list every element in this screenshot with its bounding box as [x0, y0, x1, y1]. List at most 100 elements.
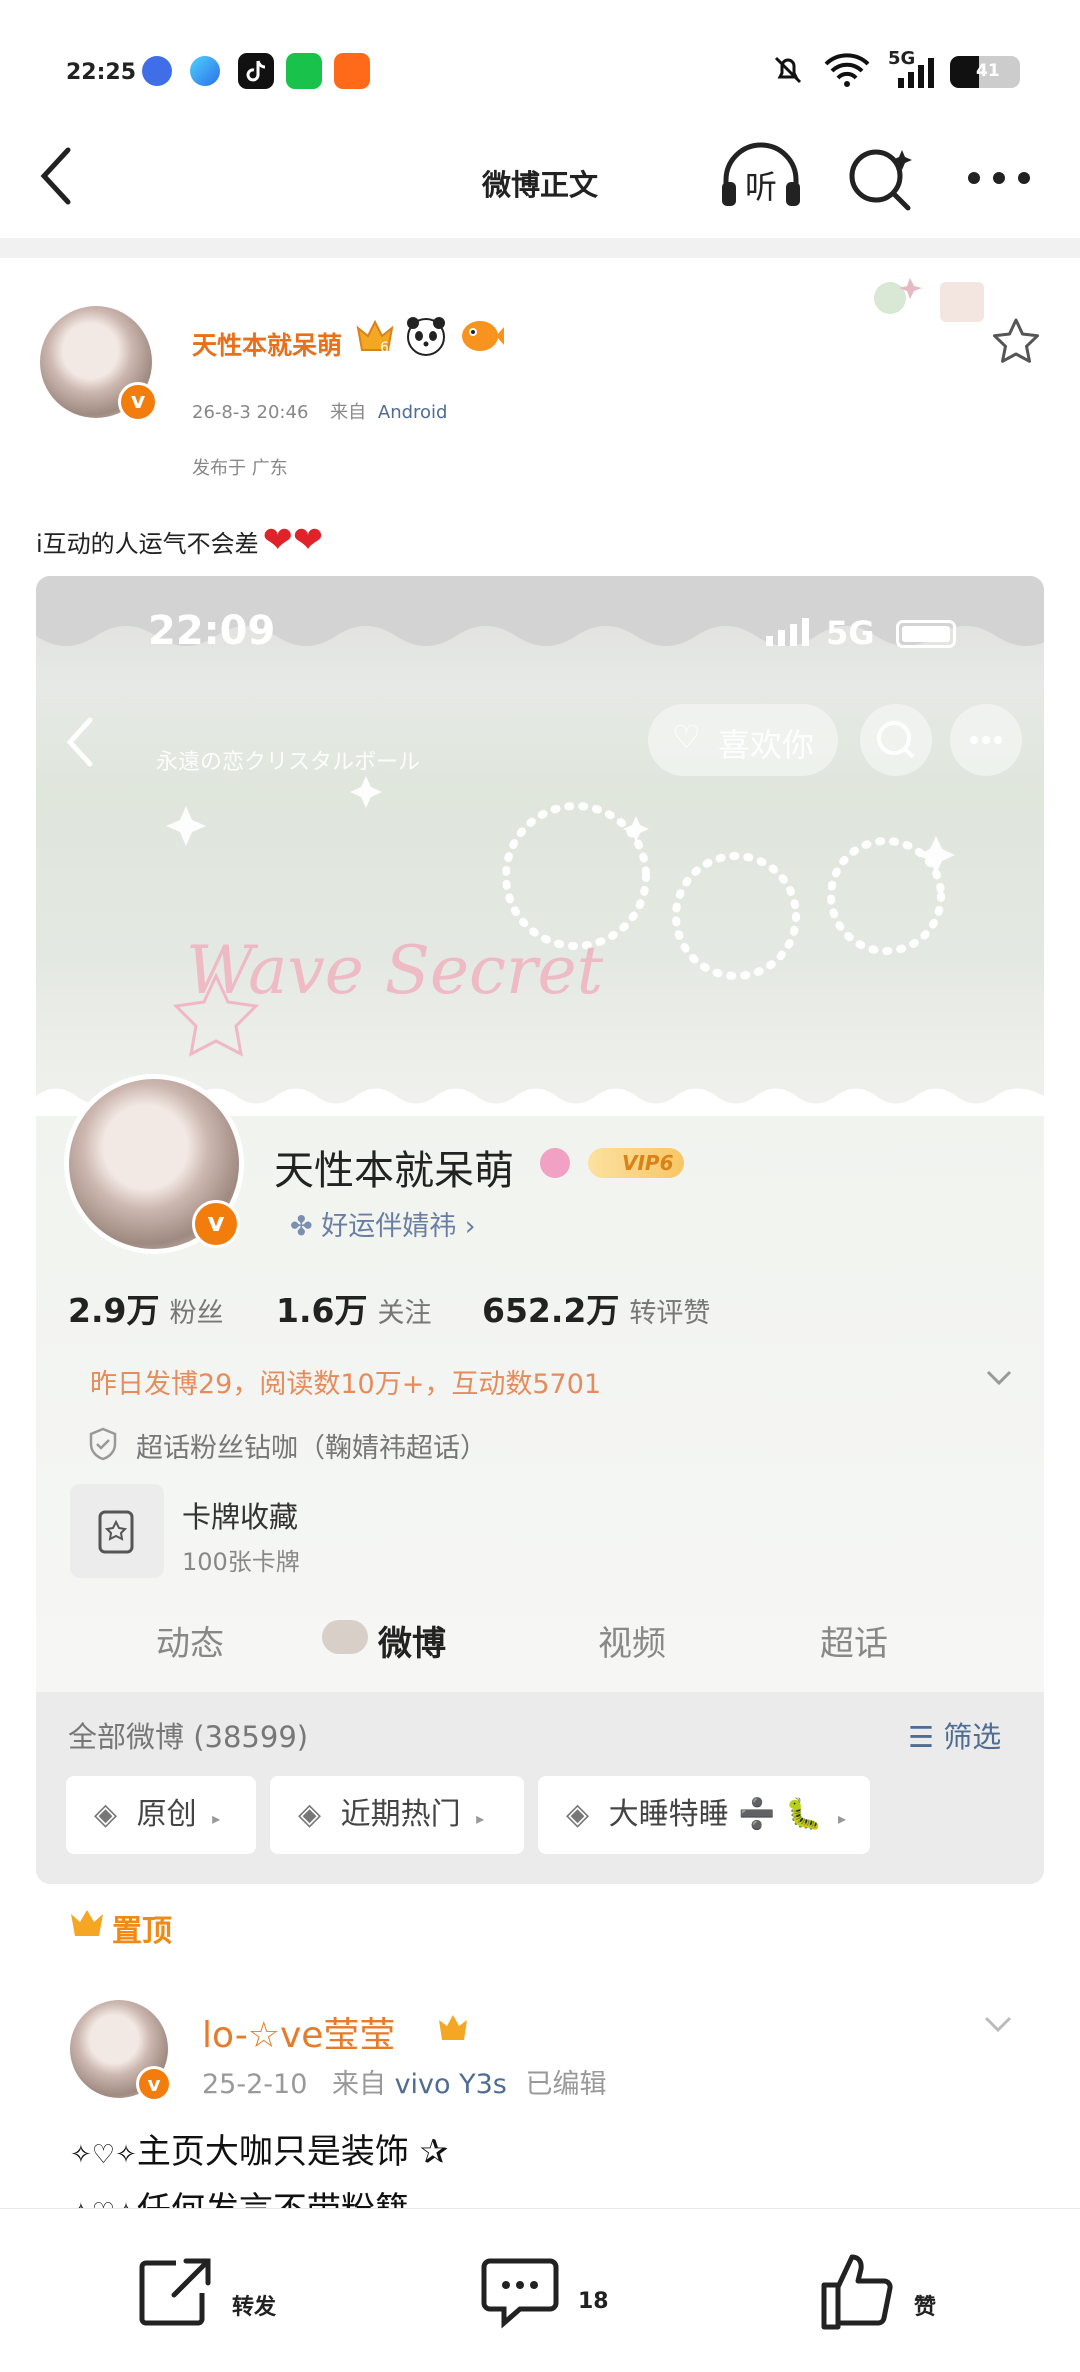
- chip-original: ◈ 原创 ▸: [66, 1776, 256, 1854]
- post-date: 26-8-3 20:46 来自 Android: [192, 398, 447, 424]
- green-app-icon: [286, 53, 322, 89]
- pin-source-prefix: 来自: [331, 2069, 386, 2100]
- listen-icon[interactable]: 听: [718, 142, 804, 212]
- tab-weibo-sticker: [322, 1620, 368, 1654]
- layers-icon: ◈: [298, 1797, 322, 1832]
- pin-verified-badge: v: [136, 2066, 172, 2102]
- panda-icon: [407, 317, 445, 356]
- chip-sleep-label: 大睡特睡 ➗ 🐛: [608, 1797, 823, 1832]
- stat-interactions-label: 转评赞: [629, 1298, 711, 1329]
- repost-label[interactable]: 转发: [232, 2289, 276, 2321]
- pin-line-1-text: 主页大咖只是装饰: [136, 2132, 409, 2172]
- comment-icon[interactable]: [480, 2253, 560, 2333]
- fish-icon: [462, 321, 504, 351]
- filter-label: 筛选: [943, 1720, 1002, 1754]
- svg-text:听: 听: [745, 168, 777, 206]
- comment-count[interactable]: 18: [578, 2289, 609, 2314]
- chip-recent-hot: ◈ 近期热门 ▸: [270, 1776, 524, 1854]
- tab-weibo: 微博: [378, 1624, 446, 1664]
- activity-summary: 昨日发博29，阅读数10万+，互动数5701: [90, 1369, 602, 1400]
- mute-icon: [774, 56, 802, 84]
- shot-fan-tag: ✤ 好运伴婧祎 ›: [290, 1204, 476, 1243]
- post-text: i互动的人运气不会差 ❤❤: [36, 520, 323, 561]
- author-name[interactable]: 天性本就呆萌: [192, 326, 342, 362]
- chip-arrow-icon: ▸: [212, 1809, 221, 1828]
- tab-dynamic: 动态: [156, 1624, 224, 1664]
- pinned-crown-icon: [71, 1910, 103, 1936]
- like-label[interactable]: 赞: [914, 2289, 936, 2321]
- pin-line-2-text: 任何发言不带粉籍: [137, 2190, 409, 2208]
- pin-line-2: ✧♡✧任何发言不带粉籍: [70, 2182, 409, 2208]
- sparkle-icon: ✧♡✧: [70, 2140, 137, 2170]
- clover-icon: ✤: [290, 1211, 322, 1242]
- verified-badge: v: [118, 382, 158, 422]
- post-source[interactable]: Android: [378, 402, 448, 423]
- pin-level-icon: [439, 2015, 467, 2040]
- shot-like-label: 喜欢你: [718, 726, 815, 764]
- layers-icon: ◈: [566, 1797, 590, 1832]
- shot-more-button: [950, 704, 1022, 776]
- filter-button: ☰ 筛选: [908, 1714, 1001, 1756]
- pin-edited: 已编辑: [525, 2069, 607, 2100]
- pin-line-1: ✧♡✧主页大咖只是装饰 ✰: [70, 2124, 448, 2173]
- filter-icon: ☰: [908, 1720, 944, 1754]
- pin-source: vivo Y3s: [394, 2069, 507, 2100]
- post-text-content: i互动的人运气不会差: [36, 530, 259, 558]
- banner-title: Wave Secret: [186, 932, 604, 1009]
- section-divider: [0, 238, 1080, 258]
- bottom-action-bar: 转发 18 赞: [0, 2208, 1080, 2372]
- shot-vip-badge: VIP6: [588, 1148, 684, 1178]
- card-collection-count: 100张卡牌: [182, 1548, 300, 1576]
- source-prefix: 来自: [330, 402, 367, 423]
- shield-icon: [89, 1427, 117, 1461]
- more-icon[interactable]: [964, 170, 1034, 186]
- card-icon: [98, 1510, 134, 1554]
- stat-interactions-value: 652.2万: [482, 1291, 620, 1330]
- svg-text:6: 6: [380, 340, 389, 356]
- shot-search-icon: [877, 721, 915, 759]
- banner-subtitle: 永遠の恋クリスタルボール: [156, 750, 421, 775]
- shot-pink-badge: [540, 1148, 570, 1178]
- orange-app-icon: [334, 53, 370, 89]
- signal-icon: [898, 58, 934, 88]
- tieba-app-icon: [142, 56, 172, 86]
- shot-signal-icon: [766, 618, 809, 646]
- like-thumb-icon[interactable]: [818, 2249, 898, 2333]
- decorative-sticker: [874, 278, 984, 322]
- shot-network: 5G: [826, 614, 875, 652]
- shot-battery-icon: [896, 620, 956, 648]
- search-icon[interactable]: [846, 144, 916, 214]
- stat-following-label: 关注: [377, 1298, 432, 1329]
- heart-icons: ❤❤: [262, 520, 323, 561]
- browser-app-icon: [190, 56, 220, 86]
- shot-like-pill: ♡ 喜欢你: [648, 704, 838, 776]
- card-collection-icon: [70, 1484, 164, 1578]
- shot-back-icon: [66, 717, 93, 767]
- card-collection-title: 卡牌收藏: [182, 1500, 299, 1534]
- favorite-star-icon[interactable]: [990, 316, 1042, 366]
- star-icon: ✰: [408, 2132, 449, 2172]
- shot-search-button: [860, 704, 932, 776]
- stat-fans: 2.9万 粉丝: [68, 1284, 223, 1332]
- post-date-text: 26-8-3 20:46: [192, 402, 309, 423]
- chip-original-label: 原创: [136, 1797, 197, 1832]
- pin-expand-icon: [984, 2016, 1012, 2033]
- banner-decoration: [36, 576, 1044, 1116]
- stat-fans-value: 2.9万: [68, 1291, 160, 1330]
- shot-verified-badge: v: [192, 1200, 240, 1248]
- battery-level: 41: [976, 61, 1000, 81]
- expand-chevron-icon: [986, 1370, 1012, 1386]
- pinned-label: 置顶: [112, 1914, 172, 1949]
- wifi-icon: [824, 53, 870, 87]
- tab-supertopic: 超话: [820, 1624, 888, 1664]
- all-weibo-count: 全部微博 (38599): [68, 1720, 309, 1754]
- chevron-right-icon: ›: [456, 1211, 476, 1242]
- post-location: 发布于 广东: [192, 458, 288, 479]
- shot-vip-label: VIP6: [622, 1151, 674, 1175]
- chip-recent-hot-label: 近期热门: [340, 1797, 461, 1832]
- post-image[interactable]: Wave Secret 永遠の恋クリスタルボール 22:09 5G ♡ 喜欢你 …: [36, 576, 1044, 1884]
- pin-username: lo-☆ve莹莹: [202, 2015, 396, 2056]
- repost-icon[interactable]: [136, 2255, 214, 2329]
- page-title: 微博正文: [481, 168, 598, 202]
- shot-profile-name: 天性本就呆萌: [274, 1148, 514, 1194]
